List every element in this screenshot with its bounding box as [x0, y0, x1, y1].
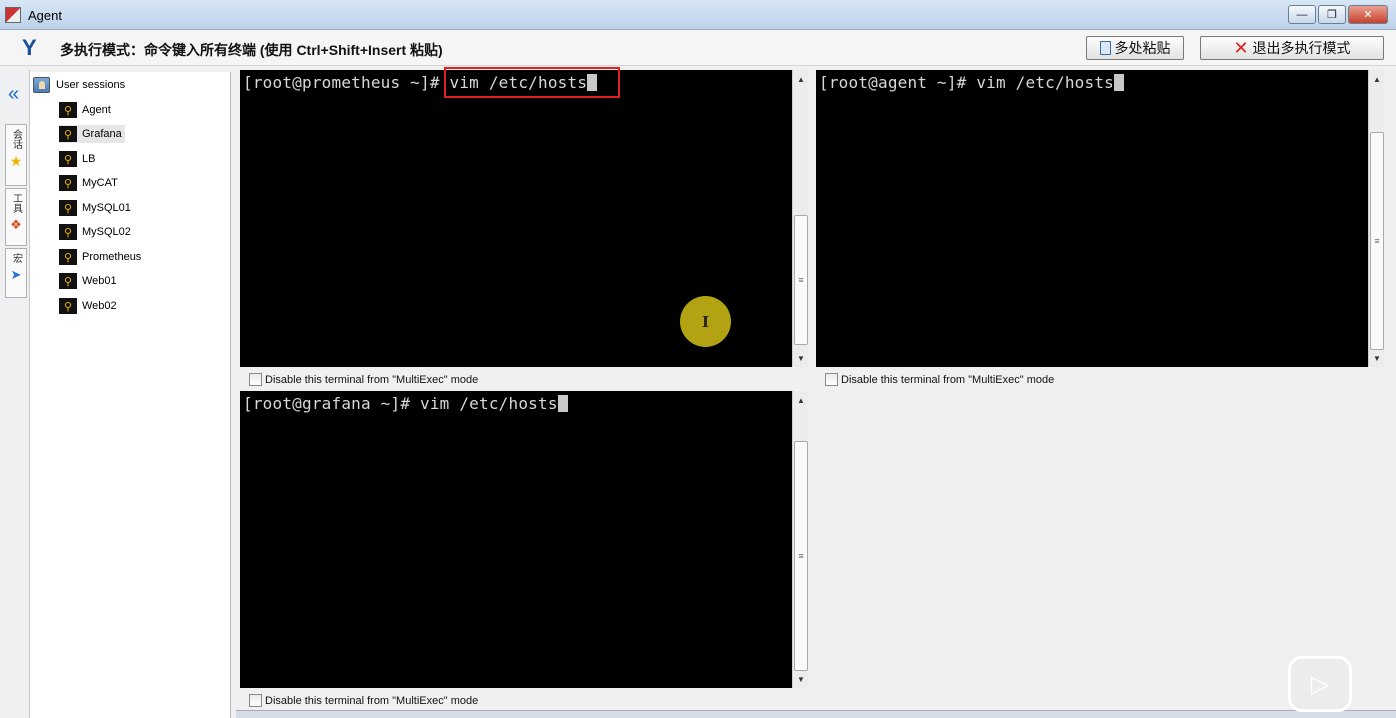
terminal-command: vim /etc/hosts [976, 73, 1114, 92]
scroll-thumb[interactable]: ≡ [794, 441, 808, 671]
session-key-icon: ⚲ [59, 273, 77, 289]
title-bar: Agent — ❐ ✕ [0, 0, 1396, 30]
tree-item-label: Agent [82, 104, 111, 116]
tree-item-mysql01[interactable]: ⚲ MySQL01 [59, 199, 134, 217]
tab-macros-label: 宏 [10, 253, 22, 263]
disable-multiexec-label: Disable this terminal from "MultiExec" m… [841, 373, 1055, 386]
terminal-prompt: [root@grafana ~]# [243, 394, 420, 413]
tab-macros[interactable]: 宏 ➤ [5, 248, 27, 298]
restore-button[interactable]: ❐ [1318, 5, 1346, 24]
terminal-grafana[interactable]: [root@grafana ~]# vim /etc/hosts [240, 391, 792, 688]
terminal-scrollbar[interactable]: ▲ ≡ ▼ [792, 70, 808, 367]
terminal-cursor [557, 395, 568, 412]
tree-item-agent[interactable]: ⚲ Agent [59, 101, 114, 119]
tab-sessions-label: 会话 [10, 129, 22, 149]
tab-tools-label: 工具 [10, 193, 22, 213]
scroll-thumb[interactable]: ≡ [794, 215, 808, 345]
terminal-prompt: [root@agent ~]# [819, 73, 977, 92]
close-button[interactable]: ✕ [1348, 5, 1388, 24]
terminal-agent[interactable]: [root@agent ~]# vim /etc/hosts [816, 70, 1368, 367]
multiexec-fork-icon: Y [22, 35, 37, 60]
scroll-up-arrow-icon[interactable]: ▲ [1369, 72, 1385, 86]
window-title: Agent [28, 8, 62, 23]
tree-item-mycat[interactable]: ⚲ MyCAT [59, 174, 121, 192]
tree-item-label: MySQL01 [82, 202, 131, 214]
disable-multiexec-row[interactable]: Disable this terminal from "MultiExec" m… [825, 373, 1054, 386]
disable-multiexec-label: Disable this terminal from "MultiExec" m… [265, 694, 479, 707]
empty-terminal-slot [816, 390, 1386, 688]
send-icon: ➤ [10, 267, 22, 282]
scroll-down-arrow-icon[interactable]: ▼ [1369, 351, 1385, 365]
exit-multiexec-button[interactable]: ✕ 退出多执行模式 [1200, 36, 1384, 60]
terminal-command: vim /etc/hosts [420, 394, 558, 413]
multiexec-bar: Y 多执行模式：命令键入所有终端 (使用 Ctrl+Shift+Insert 粘… [0, 30, 1396, 66]
exit-multiexec-label: 退出多执行模式 [1252, 40, 1351, 56]
session-tree: User sessions ⚲ Agent ⚲ Grafana ⚲ LB ⚲ M… [30, 72, 231, 718]
scroll-up-arrow-icon[interactable]: ▲ [793, 72, 809, 86]
terminal-prompt: [root@prometheus ~]# [243, 73, 450, 92]
tree-item-label: Web01 [82, 275, 117, 287]
bottom-taskbar [236, 710, 1396, 718]
session-key-icon: ⚲ [59, 224, 77, 240]
session-key-icon: ⚲ [59, 175, 77, 191]
session-key-icon: ⚲ [59, 200, 77, 216]
paste-icon [1099, 41, 1111, 55]
tree-root-user-sessions[interactable]: User sessions [33, 77, 125, 93]
disable-multiexec-checkbox[interactable] [825, 373, 838, 386]
mouse-pointer-highlight: I [680, 296, 731, 347]
session-key-icon: ⚲ [59, 249, 77, 265]
multi-paste-label: 多处粘贴 [1114, 40, 1171, 56]
terminal-scrollbar[interactable]: ▲ ≡ ▼ [792, 391, 808, 688]
tree-item-label: LB [82, 153, 96, 165]
scroll-down-arrow-icon[interactable]: ▼ [793, 351, 809, 365]
app-icon [5, 7, 21, 23]
tree-item-prometheus[interactable]: ⚲ Prometheus [59, 248, 144, 266]
star-icon: ★ [9, 153, 23, 169]
tree-item-label: MyCAT [82, 177, 118, 189]
video-play-overlay-icon[interactable]: ▷ [1288, 656, 1352, 712]
session-key-icon: ⚲ [59, 151, 77, 167]
disable-multiexec-checkbox[interactable] [249, 694, 262, 707]
tree-item-label: Web02 [82, 300, 117, 312]
tools-icon: ❖ [10, 217, 22, 232]
sidebar-tab-strip: « 会话 ★ 工具 ❖ 宏 ➤ [0, 70, 30, 718]
user-folder-icon [33, 77, 50, 93]
session-key-icon: ⚲ [59, 298, 77, 314]
tree-item-lb[interactable]: ⚲ LB [59, 150, 98, 168]
disable-multiexec-row[interactable]: Disable this terminal from "MultiExec" m… [249, 373, 478, 386]
tab-sessions[interactable]: 会话 ★ [5, 124, 27, 186]
exit-x-icon: ✕ [1233, 38, 1249, 58]
terminal-scrollbar[interactable]: ▲ ≡ ▼ [1368, 70, 1384, 367]
scroll-up-arrow-icon[interactable]: ▲ [793, 393, 809, 407]
disable-multiexec-row[interactable]: Disable this terminal from "MultiExec" m… [249, 694, 478, 707]
tree-item-label: Grafana [82, 128, 122, 140]
collapse-sidebar-icon[interactable]: « [8, 84, 19, 104]
tree-item-label: MySQL02 [82, 226, 131, 238]
terminal-cursor [1114, 74, 1124, 91]
scroll-down-arrow-icon[interactable]: ▼ [793, 672, 809, 686]
multi-paste-button[interactable]: 多处粘贴 [1086, 36, 1184, 60]
terminal-line: [root@agent ~]# vim /etc/hosts [819, 73, 1124, 92]
tree-item-label: Prometheus [82, 251, 142, 263]
tree-item-web02[interactable]: ⚲ Web02 [59, 297, 120, 315]
multiexec-mode-text: 多执行模式：命令键入所有终端 (使用 Ctrl+Shift+Insert 粘贴) [60, 42, 443, 58]
tree-root-label: User sessions [56, 79, 126, 91]
disable-multiexec-checkbox[interactable] [249, 373, 262, 386]
tree-item-grafana[interactable]: ⚲ Grafana [59, 125, 125, 143]
session-key-icon: ⚲ [59, 102, 77, 118]
tab-tools[interactable]: 工具 ❖ [5, 188, 27, 246]
session-key-icon: ⚲ [59, 126, 77, 142]
scroll-thumb[interactable]: ≡ [1370, 132, 1384, 350]
disable-multiexec-label: Disable this terminal from "MultiExec" m… [265, 373, 479, 386]
tree-item-mysql02[interactable]: ⚲ MySQL02 [59, 223, 134, 241]
command-highlight-box [444, 67, 620, 98]
minimize-button[interactable]: — [1288, 5, 1316, 24]
terminal-line: [root@grafana ~]# vim /etc/hosts [243, 394, 568, 413]
text-cursor-icon: I [701, 312, 710, 331]
window-controls: — ❐ ✕ [1288, 5, 1388, 24]
tree-item-web01[interactable]: ⚲ Web01 [59, 272, 120, 290]
